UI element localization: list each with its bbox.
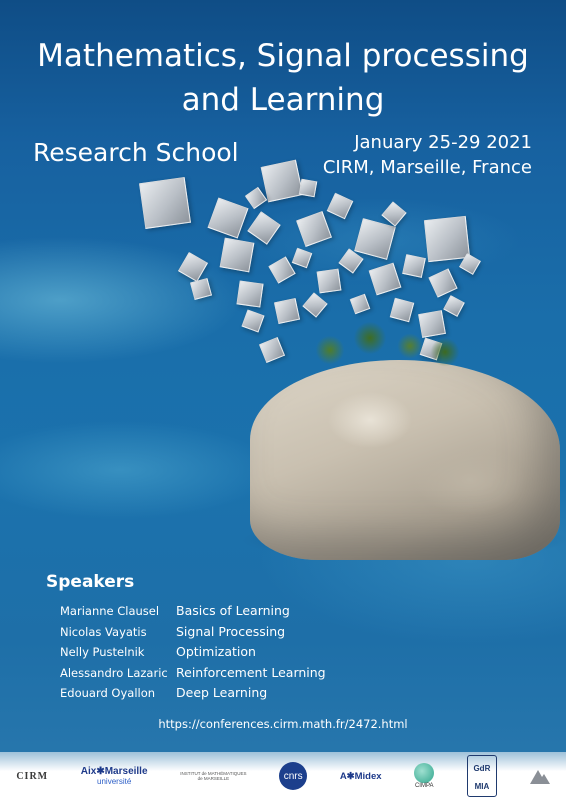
cube bbox=[338, 248, 364, 274]
cnrs-logo-mark: cnrs bbox=[279, 762, 308, 790]
cube bbox=[428, 268, 458, 298]
cube bbox=[389, 297, 415, 323]
speakers-list: Marianne Clausel Basics of Learning Nico… bbox=[60, 601, 326, 704]
cirm-logo: CIRM bbox=[16, 771, 48, 782]
amidex-logo-text: A✱Midex bbox=[339, 770, 382, 782]
cube bbox=[302, 292, 328, 318]
cimpa-logo-text: CIMPA bbox=[414, 783, 434, 789]
poster-title: Mathematics, Signal processing and Learn… bbox=[0, 34, 566, 122]
cube bbox=[291, 247, 313, 269]
cube bbox=[177, 251, 209, 283]
i2m-logo-sub: de MARSEILLE bbox=[197, 776, 230, 781]
speaker-row: Alessandro Lazaric Reinforcement Learnin… bbox=[60, 663, 326, 684]
speaker-name: Alessandro Lazaric bbox=[60, 665, 168, 680]
speaker-name: Nicolas Vayatis bbox=[60, 624, 147, 639]
conference-url[interactable]: https://conferences.cirm.math.fr/2472.ht… bbox=[0, 717, 566, 731]
cirm-logo-text: CIRM bbox=[16, 770, 49, 782]
gdr-mia-logo: GdR MIA bbox=[466, 755, 497, 797]
island-vegetation bbox=[300, 320, 470, 370]
cube bbox=[326, 192, 354, 220]
event-dates: January 25-29 2021 bbox=[354, 132, 532, 153]
speaker-name: Nelly Pustelnik bbox=[60, 645, 145, 659]
speaker-topic: Optimization bbox=[176, 644, 256, 659]
cnrs-logo: cnrs bbox=[279, 762, 308, 790]
cube bbox=[139, 177, 191, 229]
mountain-icon bbox=[529, 770, 550, 784]
cube bbox=[219, 237, 255, 273]
title-line-1: Mathematics, Signal processing bbox=[37, 38, 529, 74]
cube bbox=[298, 178, 318, 198]
speaker-topic: Basics of Learning bbox=[176, 603, 290, 618]
cube bbox=[459, 253, 481, 275]
speaker-row: Nelly Pustelnik Optimization bbox=[60, 642, 326, 663]
amu-logo: Aix✱Marseille université bbox=[81, 766, 148, 786]
speaker-topic: Signal Processing bbox=[176, 623, 286, 639]
cube bbox=[423, 215, 471, 263]
i2m-logo: INSTITUT de MATHÉMATIQUES de MARSEILLE bbox=[180, 771, 246, 781]
partner-logo bbox=[529, 768, 550, 784]
speaker-row: Nicolas Vayatis Signal Processing bbox=[60, 622, 326, 643]
gdr-mia-logo-box: GdR MIA bbox=[466, 755, 497, 797]
cube bbox=[443, 295, 465, 317]
gdr-mia-logo-text: GdR MIA bbox=[473, 764, 491, 791]
amu-logo-text: Aix✱Marseille bbox=[80, 766, 148, 777]
cube bbox=[260, 159, 304, 203]
cube bbox=[207, 197, 249, 239]
cube bbox=[402, 254, 426, 278]
cnrs-logo-text: cnrs bbox=[283, 770, 303, 782]
speaker-name: Edouard Oyallon bbox=[60, 686, 156, 700]
title-line-2: and Learning bbox=[181, 82, 385, 118]
cimpa-logo: CIMPA bbox=[414, 763, 435, 789]
speaker-row: Marianne Clausel Basics of Learning bbox=[60, 601, 326, 622]
research-school-label: Research School bbox=[33, 138, 239, 167]
cube bbox=[316, 268, 342, 294]
speaker-topic: Reinforcement Learning bbox=[176, 664, 326, 680]
speakers-heading: Speakers bbox=[46, 572, 135, 592]
cimpa-logo-mark bbox=[414, 763, 435, 783]
rock-body bbox=[250, 360, 560, 560]
sponsor-logos-bar: CIRM Aix✱Marseille université INSTITUT d… bbox=[0, 752, 566, 800]
cube bbox=[296, 211, 332, 247]
speaker-name: Marianne Clausel bbox=[60, 604, 160, 618]
cube bbox=[244, 186, 268, 210]
amidex-logo: A✱Midex bbox=[340, 771, 382, 782]
cube bbox=[189, 277, 213, 301]
event-location: CIRM, Marseille, France bbox=[322, 157, 532, 178]
cube bbox=[381, 201, 407, 227]
amu-logo-sub: université bbox=[97, 777, 132, 786]
cube bbox=[247, 211, 281, 245]
speaker-row: Edouard Oyallon Deep Learning bbox=[60, 683, 326, 704]
cube bbox=[236, 280, 264, 308]
event-info: January 25-29 2021 CIRM, Marseille, Fran… bbox=[323, 130, 532, 180]
cube bbox=[368, 262, 402, 296]
cube bbox=[268, 256, 296, 284]
cube bbox=[349, 293, 371, 315]
speaker-topic: Deep Learning bbox=[176, 685, 268, 700]
poster: Mathematics, Signal processing and Learn… bbox=[0, 0, 566, 800]
cube bbox=[354, 218, 396, 260]
island-rock bbox=[240, 320, 566, 570]
